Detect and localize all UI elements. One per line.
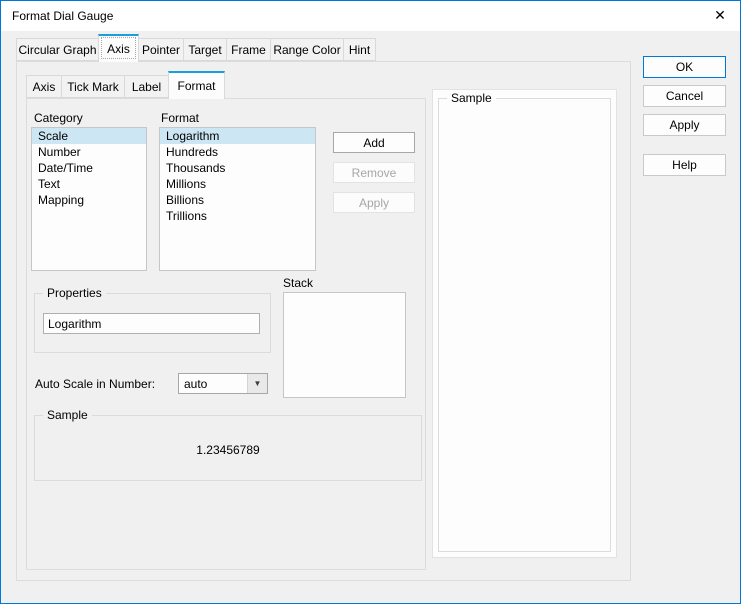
format-item[interactable]: Thousands — [160, 160, 315, 176]
auto-scale-value: auto — [184, 376, 208, 391]
preview-panel: Sample — [432, 89, 617, 558]
tab-hint[interactable]: Hint — [343, 38, 376, 61]
stack-label: Stack — [283, 276, 314, 290]
window-title: Format Dial Gauge — [12, 9, 114, 23]
subtab-label: Axis — [32, 79, 56, 94]
main-tabstrip: Circular Graph Axis Pointer Target Frame… — [16, 34, 376, 62]
tab-circular-graph[interactable]: Circular Graph — [16, 38, 99, 61]
format-item[interactable]: Millions — [160, 176, 315, 192]
tab-label: Frame — [231, 42, 266, 57]
format-item[interactable]: Logarithm — [160, 128, 315, 144]
subtab-axis[interactable]: Axis — [26, 75, 62, 98]
sample-group-label: Sample — [43, 408, 92, 422]
category-item[interactable]: Text — [32, 176, 146, 192]
auto-scale-label: Auto Scale in Number: — [35, 377, 156, 391]
category-item[interactable]: Number — [32, 144, 146, 160]
apply-button[interactable]: Apply — [643, 114, 726, 136]
subtab-label: Tick Mark — [67, 79, 119, 94]
tab-label: Target — [188, 42, 222, 57]
cancel-button[interactable]: Cancel — [643, 85, 726, 107]
titlebar: Format Dial Gauge ✕ — [1, 1, 740, 31]
tab-axis[interactable]: Axis — [98, 34, 139, 62]
chevron-down-icon[interactable]: ▼ — [247, 374, 267, 393]
format-item[interactable]: Trillions — [160, 208, 315, 224]
tab-label: Pointer — [141, 42, 181, 57]
tab-pointer[interactable]: Pointer — [138, 38, 184, 61]
apply-format-button[interactable]: Apply — [333, 192, 415, 213]
auto-scale-select[interactable]: auto ▼ — [178, 373, 268, 394]
category-label: Category — [34, 111, 83, 125]
close-button[interactable]: ✕ — [703, 1, 737, 30]
tab-range-color[interactable]: Range Color — [270, 38, 344, 61]
properties-input[interactable] — [43, 313, 260, 334]
format-dial-gauge-dialog: Format Dial Gauge ✕ Circular Graph Axis … — [0, 0, 741, 604]
close-icon: ✕ — [714, 7, 726, 23]
tab-label: Hint — [348, 42, 371, 57]
sample-group: Sample 1.23456789 — [34, 408, 422, 481]
category-item[interactable]: Mapping — [32, 192, 146, 208]
subtab-tick-mark[interactable]: Tick Mark — [61, 75, 125, 98]
properties-group-label: Properties — [43, 286, 106, 300]
ok-button[interactable]: OK — [643, 56, 726, 78]
subtab-label[interactable]: Label — [124, 75, 169, 98]
preview-sample-group: Sample — [438, 91, 611, 552]
stack-listbox[interactable] — [283, 292, 406, 398]
format-label: Format — [161, 111, 200, 125]
tab-label: Range Color — [273, 42, 341, 57]
remove-button[interactable]: Remove — [333, 162, 415, 183]
axis-sub-tabstrip: Axis Tick Mark Label Format — [26, 71, 225, 99]
subtab-label: Format — [177, 79, 216, 93]
category-item[interactable]: Date/Time — [32, 160, 146, 176]
tab-label: Circular Graph — [18, 42, 97, 57]
sample-value: 1.23456789 — [196, 443, 260, 457]
category-item[interactable]: Scale — [32, 128, 146, 144]
format-item[interactable]: Hundreds — [160, 144, 315, 160]
subtab-label: Label — [131, 79, 162, 94]
add-button[interactable]: Add — [333, 132, 415, 153]
preview-sample-label: Sample — [447, 91, 496, 105]
tab-frame[interactable]: Frame — [226, 38, 271, 61]
format-listbox[interactable]: Logarithm Hundreds Thousands Millions Bi… — [159, 127, 316, 271]
category-listbox[interactable]: Scale Number Date/Time Text Mapping — [31, 127, 147, 271]
format-item[interactable]: Billions — [160, 192, 315, 208]
subtab-format[interactable]: Format — [168, 71, 225, 99]
tab-label: Axis — [107, 42, 130, 56]
help-button[interactable]: Help — [643, 154, 726, 176]
tab-target[interactable]: Target — [183, 38, 227, 61]
